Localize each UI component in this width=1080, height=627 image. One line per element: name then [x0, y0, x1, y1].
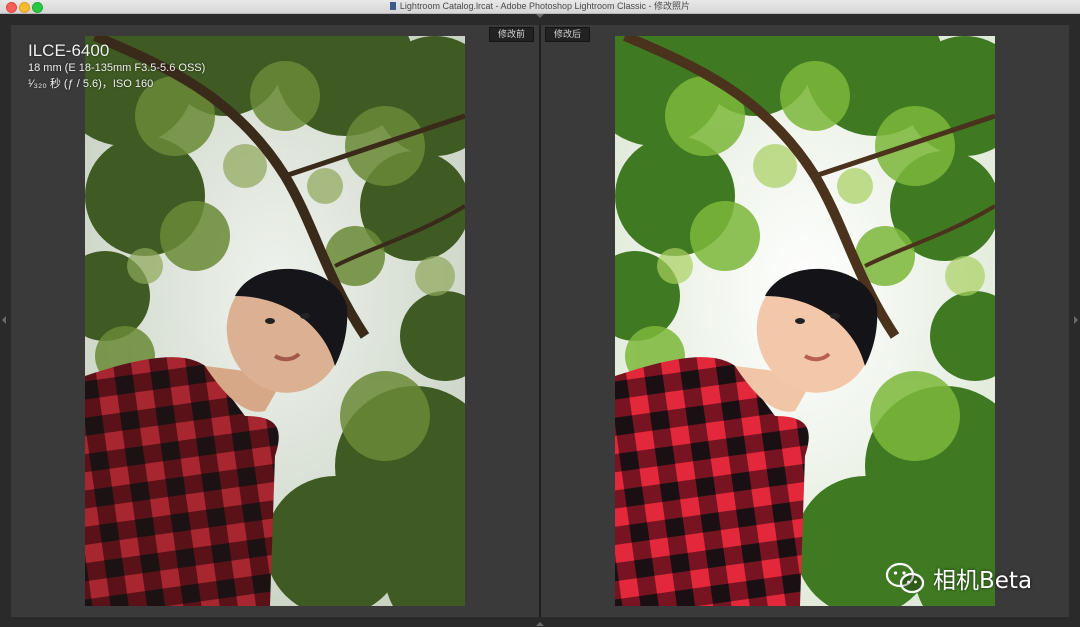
before-photo[interactable] — [85, 36, 465, 606]
before-photo-image — [85, 36, 465, 606]
top-panel-toggle-icon[interactable] — [536, 14, 544, 18]
watermark: 相机Beta — [885, 560, 1055, 596]
exposure-info: ¹⁄₃₂₀ 秒 (ƒ / 5.6)，ISO 160 — [28, 78, 154, 90]
exif-overlay: ILCE-6400 18 mm (E 18-135mm F3.5-5.6 OSS… — [28, 42, 205, 92]
lens-info: 18 mm (E 18-135mm F3.5-5.6 OSS) — [28, 62, 206, 74]
after-photo[interactable] — [615, 36, 995, 606]
after-label-tab: 修改后 — [545, 27, 591, 42]
lightroom-window: Lightroom Catalog.lrcat - Adobe Photosho… — [0, 0, 1080, 627]
window-title-text: Lightroom Catalog.lrcat - Adobe Photosho… — [399, 1, 691, 11]
title-bar: Lightroom Catalog.lrcat - Adobe Photosho… — [0, 0, 1080, 14]
window-title: Lightroom Catalog.lrcat - Adobe Photosho… — [0, 0, 1080, 13]
after-photo-image — [615, 36, 995, 606]
wechat-icon — [885, 562, 925, 594]
camera-model: ILCE-6400 — [28, 41, 110, 60]
before-label-tab: 修改前 — [489, 27, 535, 42]
document-icon — [389, 2, 396, 10]
left-panel-toggle-icon[interactable] — [2, 316, 6, 324]
watermark-text: 相机Beta — [933, 568, 1033, 594]
bottom-panel-toggle-icon[interactable] — [536, 622, 544, 626]
right-panel-toggle-icon[interactable] — [1074, 316, 1078, 324]
